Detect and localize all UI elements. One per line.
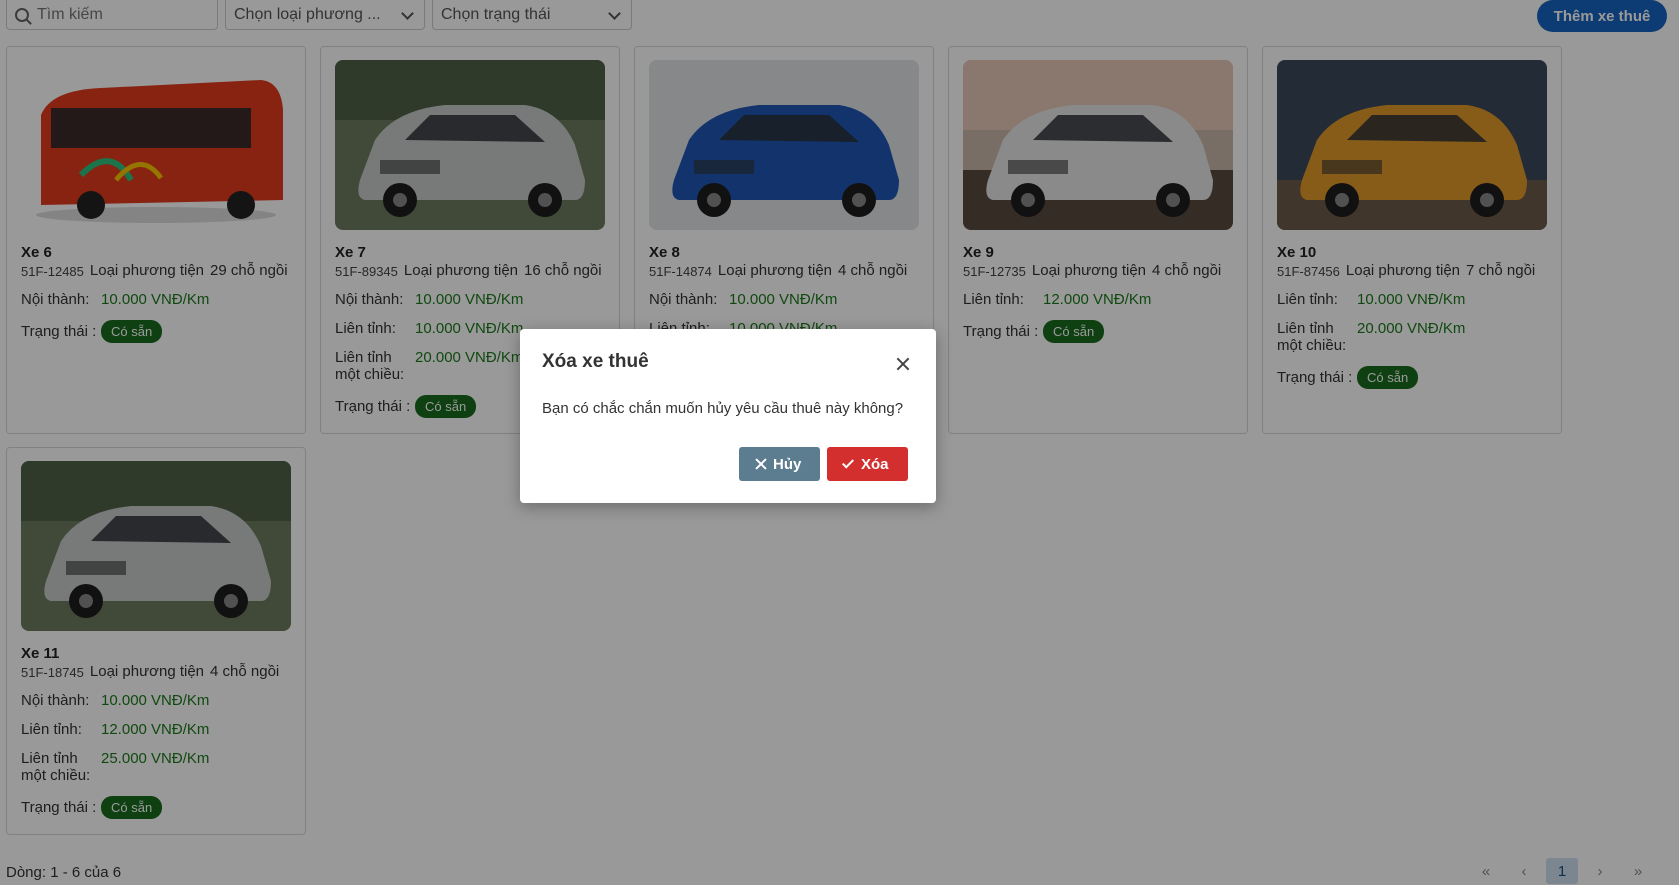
cancel-button[interactable]: Hủy [739,447,820,481]
dialog-message: Bạn có chắc chắn muốn hủy yêu cầu thuê n… [542,400,904,417]
delete-button[interactable]: Xóa [827,447,908,481]
close-icon[interactable] [896,357,910,371]
dialog-title: Xóa xe thuê [542,351,649,372]
delete-button-label: Xóa [861,455,889,473]
close-icon [755,458,767,470]
delete-dialog: Xóa xe thuê Bạn có chắc chắn muốn hủy yê… [520,329,936,503]
check-icon [841,455,855,469]
dialog-actions: Hủy Xóa [739,447,908,481]
cancel-button-label: Hủy [773,455,802,473]
